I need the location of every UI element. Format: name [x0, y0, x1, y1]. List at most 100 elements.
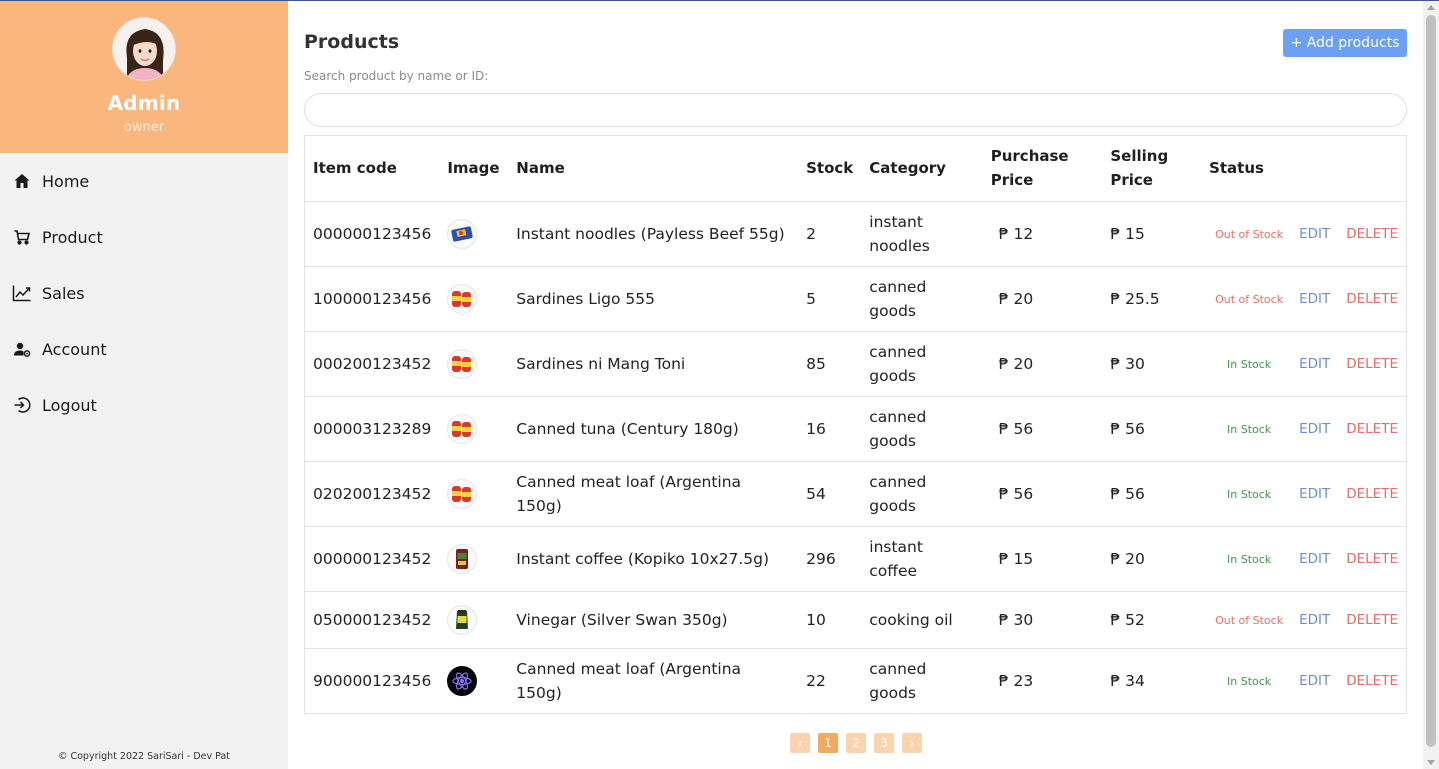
sidebar-item-home[interactable]: Home	[0, 153, 288, 209]
sidebar-item-product[interactable]: Product	[0, 209, 288, 265]
delete-button[interactable]: DELETE	[1346, 612, 1398, 628]
cell-name: Instant noodles (Payless Beef 55g)	[508, 200, 799, 266]
page-scrollbar[interactable]	[1423, 1, 1439, 769]
header-status: Status	[1209, 159, 1264, 178]
sidebar-item-label: Account	[42, 339, 107, 359]
edit-button[interactable]: EDIT	[1299, 226, 1330, 242]
product-image	[447, 218, 478, 249]
header-image: Image	[447, 159, 500, 178]
table-row: 100000123456 Sardines Ligo 555 5 canned goo…	[305, 265, 1406, 331]
status-badge: In Stock	[1227, 487, 1272, 501]
sidebar-item-logout[interactable]: Logout	[0, 377, 288, 433]
product-image	[447, 604, 478, 635]
delete-button[interactable]: DELETE	[1346, 673, 1398, 689]
sidebar-item-account[interactable]: Account	[0, 321, 288, 377]
cell-image	[439, 525, 509, 591]
page-button-3[interactable]: 3	[874, 733, 894, 753]
header-item-code: Item code	[313, 159, 397, 178]
cart-icon	[12, 227, 32, 247]
cell-selling-price: ₱ 56	[1102, 395, 1202, 461]
edit-button[interactable]: EDIT	[1299, 486, 1330, 502]
cell-category: canned goods	[861, 265, 983, 331]
header-name: Name	[516, 159, 565, 178]
search-label: Search product by name or ID:	[304, 69, 489, 83]
cell-name: Sardines Ligo 555	[508, 265, 799, 331]
cell-name: Vinegar (Silver Swan 350g)	[508, 590, 799, 648]
sidebar-item-label: Home	[42, 171, 90, 191]
table-row: 000003123289 Canned tuna (Century 180g) 16…	[305, 395, 1406, 461]
delete-button[interactable]: DELETE	[1346, 421, 1398, 437]
header-purchase-line2: Price	[990, 171, 1034, 190]
sidebar: Admin owner Home Product Sales Account L…	[0, 1, 288, 769]
table-row: 000000123452 Instant coffee (Kopiko 10x27…	[305, 525, 1406, 591]
status-badge: Out of Stock	[1215, 227, 1284, 241]
edit-button[interactable]: EDIT	[1299, 421, 1330, 437]
cell-image	[439, 265, 509, 331]
add-products-button[interactable]: + Add products	[1283, 29, 1407, 57]
edit-button[interactable]: EDIT	[1299, 291, 1330, 307]
cell-item-code: 000003123289	[305, 395, 440, 461]
delete-button[interactable]: DELETE	[1346, 551, 1398, 567]
cell-selling-price: ₱ 15	[1102, 200, 1202, 266]
trend-chart-icon	[12, 283, 32, 303]
cell-selling-price: ₱ 34	[1102, 647, 1202, 713]
header-stock: Stock	[806, 159, 854, 178]
cell-status-actions: In Stock EDIT DELETE	[1201, 647, 1406, 713]
cell-category: canned goods	[861, 330, 983, 396]
header-purchase-line1: Purchase	[990, 147, 1069, 166]
cell-category: cooking oil	[861, 590, 983, 648]
cell-purchase-price: ₱ 30	[982, 590, 1103, 648]
cell-name: Canned meat loaf (Argentina 150g)	[508, 647, 799, 713]
user-name: Admin	[107, 91, 181, 115]
cell-stock: 2	[798, 200, 862, 266]
cell-stock: 16	[798, 395, 862, 461]
cell-stock: 22	[798, 647, 862, 713]
sidebar-item-label: Sales	[42, 283, 85, 303]
edit-button[interactable]: EDIT	[1299, 673, 1330, 689]
edit-button[interactable]: EDIT	[1299, 551, 1330, 567]
cell-category: instant coffee	[861, 525, 983, 591]
delete-button[interactable]: DELETE	[1346, 486, 1398, 502]
cell-name: Canned meat loaf (Argentina 150g)	[508, 460, 799, 526]
status-badge: In Stock	[1227, 357, 1272, 371]
table-row: 000200123452 Sardines ni Mang Toni 85 canne…	[305, 330, 1406, 396]
cell-status-actions: In Stock EDIT DELETE	[1201, 460, 1406, 526]
cell-purchase-price: ₱ 20	[982, 265, 1103, 331]
cell-category: instant noodles	[861, 200, 983, 266]
user-gear-icon	[12, 339, 32, 359]
cell-stock: 54	[798, 460, 862, 526]
next-page-button[interactable]: ›	[902, 733, 922, 753]
product-image	[447, 413, 478, 444]
pagination: ‹ 1 2 3 ›	[790, 733, 922, 753]
search-input[interactable]	[304, 93, 1407, 127]
delete-button[interactable]: DELETE	[1346, 356, 1398, 372]
cell-item-code: 000200123452	[305, 330, 440, 396]
cell-status-actions: In Stock EDIT DELETE	[1201, 395, 1406, 461]
cell-item-code: 000000123456	[305, 200, 440, 266]
delete-button[interactable]: DELETE	[1346, 226, 1398, 242]
status-badge: In Stock	[1227, 422, 1272, 436]
avatar	[112, 17, 176, 81]
cell-category: canned goods	[861, 395, 983, 461]
status-badge: Out of Stock	[1215, 292, 1284, 306]
page-button-2[interactable]: 2	[846, 733, 866, 753]
cell-name: Canned tuna (Century 180g)	[508, 395, 799, 461]
prev-page-button[interactable]: ‹	[790, 733, 810, 753]
cell-item-code: 000000123452	[305, 525, 440, 591]
delete-button[interactable]: DELETE	[1346, 291, 1398, 307]
scroll-up-icon[interactable]	[1427, 5, 1435, 10]
copyright-text: © Copyright 2022 SariSari - Dev Pat	[57, 751, 231, 762]
table-row: 020200123452 Canned meat loaf (Argentina …	[305, 460, 1406, 526]
cell-image	[439, 200, 509, 266]
cell-item-code: 900000123456	[305, 647, 440, 713]
product-image	[447, 478, 478, 509]
cell-name: Instant coffee (Kopiko 10x27.5g)	[508, 525, 799, 591]
edit-button[interactable]: EDIT	[1299, 356, 1330, 372]
page-button-1[interactable]: 1	[818, 733, 838, 753]
scroll-thumb[interactable]	[1426, 15, 1436, 747]
product-image	[447, 348, 478, 379]
edit-button[interactable]: EDIT	[1299, 612, 1330, 628]
scroll-down-icon[interactable]	[1427, 760, 1435, 765]
sidebar-item-sales[interactable]: Sales	[0, 265, 288, 321]
cell-selling-price: ₱ 25.5	[1102, 265, 1202, 331]
